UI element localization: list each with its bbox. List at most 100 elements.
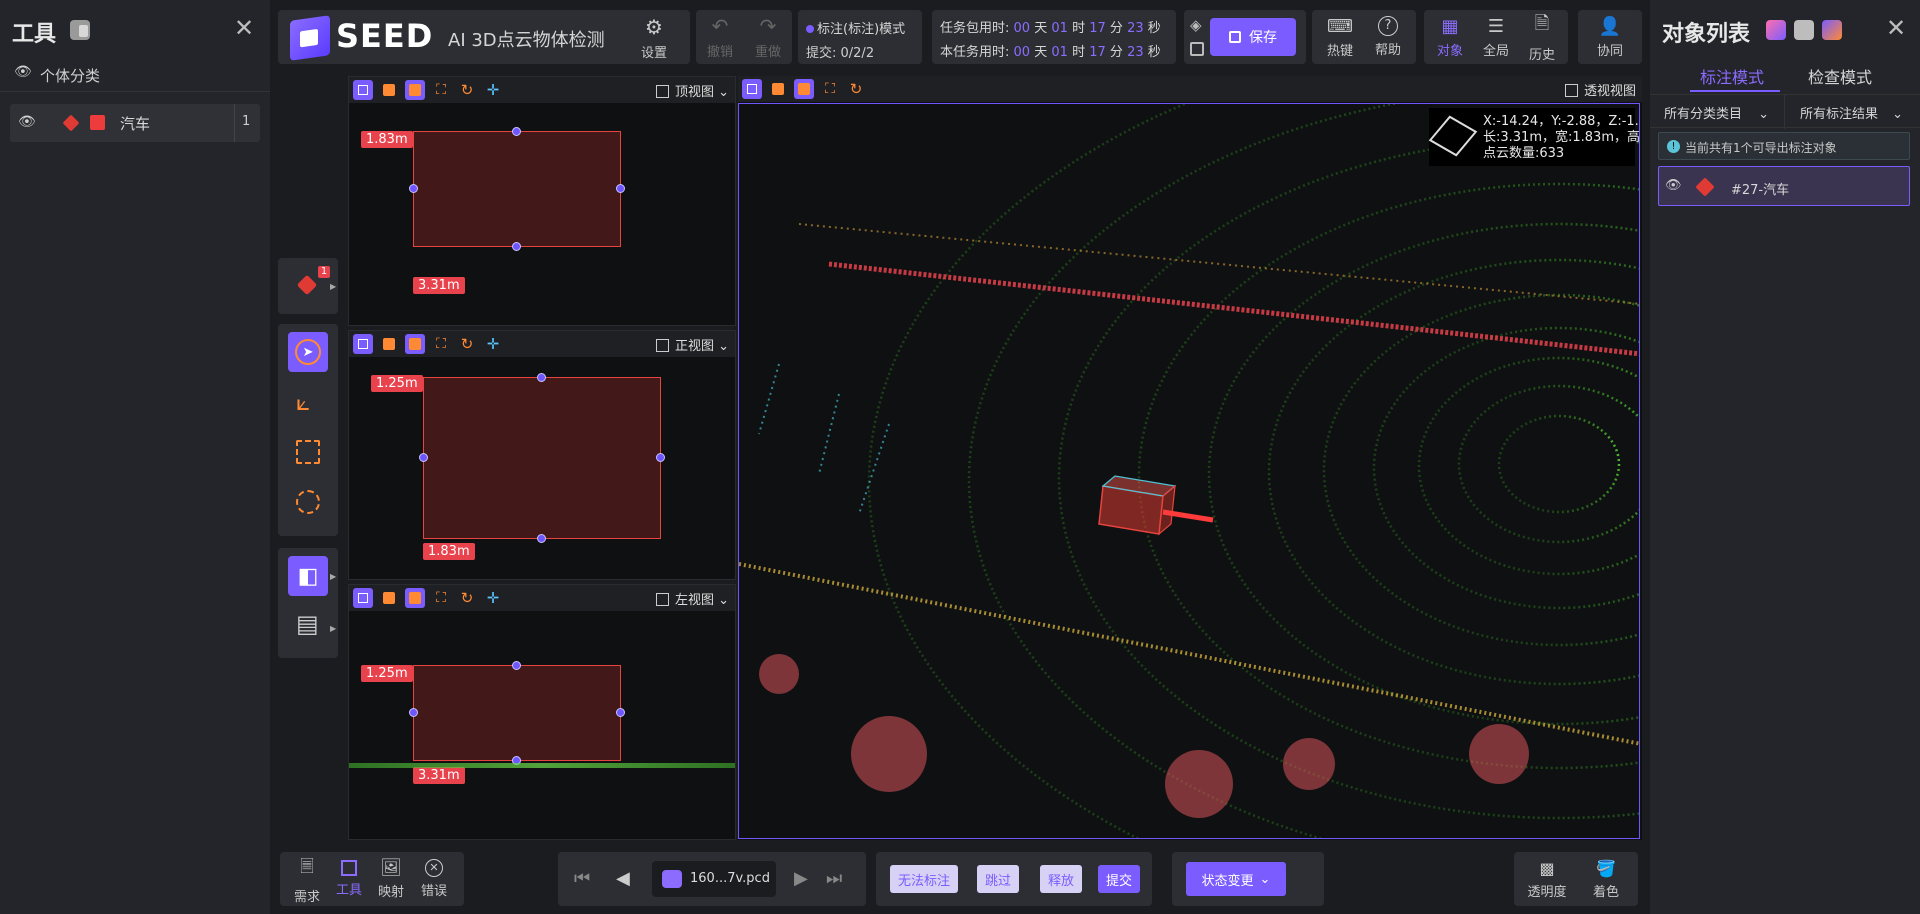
refresh-icon[interactable]: ↻ xyxy=(457,334,477,354)
handle[interactable] xyxy=(419,453,428,462)
mode-indicator[interactable]: 标注(标注)模式 xyxy=(806,18,905,37)
map-button[interactable]: 🖼 映射 xyxy=(370,856,412,902)
left-view-panel[interactable]: ⛶ ↻ ✛ 左视图 ⌄ 1.25m 3.31m xyxy=(348,584,736,840)
handle[interactable] xyxy=(616,184,625,193)
history-button[interactable]: 🗎 历史 xyxy=(1520,13,1564,63)
submit-button[interactable]: 提交 xyxy=(1098,865,1141,893)
undo-button[interactable]: ↶ 撤销 xyxy=(696,14,744,60)
cube-color-icon[interactable] xyxy=(794,79,814,99)
panel-toggle-icon[interactable] xyxy=(70,20,90,40)
expand-arrow-icon[interactable]: ▶ xyxy=(330,282,336,291)
tag-icon[interactable]: ◈ xyxy=(1190,16,1202,34)
cube-wire-icon[interactable] xyxy=(353,334,373,354)
fit-icon[interactable]: ⛶ xyxy=(431,588,451,608)
handle[interactable] xyxy=(409,184,418,193)
fit-icon[interactable]: ⛶ xyxy=(431,334,451,354)
layout-button[interactable]: ◧ xyxy=(288,556,328,596)
handle[interactable] xyxy=(616,708,625,717)
palette-icon[interactable] xyxy=(1766,20,1786,40)
handle[interactable] xyxy=(512,127,521,136)
refresh-icon[interactable]: ↻ xyxy=(846,79,866,99)
view-select[interactable]: 左视图 ⌄ xyxy=(655,589,729,608)
cube-wire-icon[interactable] xyxy=(742,79,762,99)
expand-arrow-icon[interactable]: ▶ xyxy=(330,572,336,581)
tool-button[interactable]: 工具 xyxy=(328,856,370,902)
view-select[interactable]: 顶视图 ⌄ xyxy=(655,81,729,100)
cube-solid-icon[interactable] xyxy=(379,588,399,608)
eye-icon[interactable]: 👁 xyxy=(18,114,36,130)
cube-color-icon[interactable] xyxy=(405,334,425,354)
handle[interactable] xyxy=(537,373,546,382)
error-button[interactable]: ✕ 错误 xyxy=(412,856,456,902)
fit-box-icon[interactable] xyxy=(296,440,320,464)
file-selector[interactable]: 160...7v.pcd xyxy=(652,861,776,897)
cube-icon[interactable] xyxy=(296,274,318,296)
layout-alt-icon[interactable]: ▤ xyxy=(296,610,319,638)
category-filter-select[interactable]: 所有分类类目 ⌄ xyxy=(1664,103,1769,122)
perspective-view-panel[interactable]: ⛶ ↻ 透视视图 X:-14.24，Y:-2.88，Z:-1.17 长:3.31… xyxy=(738,76,1642,840)
object-button[interactable]: ▦ 对象 xyxy=(1428,14,1472,60)
top-view-panel[interactable]: ⛶ ↻ ✛ 顶视图 ⌄ 1.83m 3.31m xyxy=(348,76,736,326)
next-icon[interactable]: ▶ xyxy=(794,868,808,889)
close-icon[interactable]: ✕ xyxy=(1886,14,1906,42)
object-list-item[interactable]: 👁 #27-汽车 xyxy=(1658,166,1910,206)
list-item[interactable]: 👁 汽车 1 xyxy=(10,104,260,142)
select-tool-button[interactable]: ➤ xyxy=(288,332,328,372)
settings-button[interactable]: ⚙ 设置 xyxy=(624,15,684,61)
color-button[interactable]: 🪣 着色 xyxy=(1578,856,1634,902)
skip-button[interactable]: 跳过 xyxy=(977,865,1020,893)
eye-icon[interactable]: 👁 xyxy=(1665,178,1682,193)
handle[interactable] xyxy=(512,661,521,670)
cube-wire-icon[interactable] xyxy=(353,588,373,608)
axis-tool-icon[interactable]: ⟀ xyxy=(296,388,310,416)
result-filter-select[interactable]: 所有标注结果 ⌄ xyxy=(1800,103,1903,122)
fit-icon[interactable]: ⛶ xyxy=(431,80,451,100)
handle[interactable] xyxy=(409,708,418,717)
box-view-icon[interactable] xyxy=(1794,20,1814,40)
rotate-box-icon[interactable] xyxy=(296,490,320,514)
close-icon[interactable]: ✕ xyxy=(234,14,254,42)
handle[interactable] xyxy=(537,534,546,543)
tag-color-icon[interactable] xyxy=(1822,20,1842,40)
cube-solid-icon[interactable] xyxy=(768,79,788,99)
expand-arrow-icon[interactable]: ▶ xyxy=(330,624,336,633)
first-icon[interactable]: ⏮ xyxy=(574,868,590,889)
release-button[interactable]: 释放 xyxy=(1040,865,1083,893)
prev-icon[interactable]: ◀ xyxy=(616,868,630,889)
top-view-box[interactable] xyxy=(413,131,621,247)
cube-color-icon[interactable] xyxy=(405,588,425,608)
opacity-button[interactable]: ▩ 透明度 xyxy=(1518,856,1576,902)
point-cloud-canvas[interactable]: X:-14.24，Y:-2.88，Z:-1.17 长:3.31m，宽:1.83m… xyxy=(738,103,1640,839)
hotkey-button[interactable]: ⌨ 热键 xyxy=(1316,14,1364,60)
view-select[interactable]: 透视视图 xyxy=(1564,80,1636,99)
left-view-box[interactable] xyxy=(413,665,621,761)
cube-solid-icon[interactable] xyxy=(379,80,399,100)
eye-icon[interactable]: 👁 xyxy=(14,64,32,80)
handle[interactable] xyxy=(512,242,521,251)
save-button[interactable]: 保存 xyxy=(1210,18,1296,56)
move-icon[interactable]: ✛ xyxy=(483,80,503,100)
cube-solid-icon[interactable] xyxy=(379,334,399,354)
require-button[interactable]: 🗏 需求 xyxy=(286,856,328,905)
cannot-annotate-button[interactable]: 无法标注 xyxy=(890,865,959,893)
refresh-icon[interactable]: ↻ xyxy=(457,588,477,608)
global-button[interactable]: ☰ 全局 xyxy=(1474,14,1518,60)
fit-icon[interactable]: ⛶ xyxy=(820,79,840,99)
move-icon[interactable]: ✛ xyxy=(483,588,503,608)
tab-annotate[interactable]: 标注模式 xyxy=(1700,64,1764,88)
help-button[interactable]: ? 帮助 xyxy=(1364,14,1412,60)
collab-button[interactable]: 👤 协同 xyxy=(1582,14,1638,60)
tab-check[interactable]: 检查模式 xyxy=(1808,64,1872,88)
cube-color-icon[interactable] xyxy=(405,80,425,100)
cube-wire-icon[interactable] xyxy=(353,80,373,100)
redo-button[interactable]: ↷ 重做 xyxy=(744,14,792,60)
front-view-box[interactable] xyxy=(423,377,661,539)
disk-icon[interactable] xyxy=(1190,42,1204,56)
view-select[interactable]: 正视图 ⌄ xyxy=(655,335,729,354)
front-view-panel[interactable]: ⛶ ↻ ✛ 正视图 ⌄ 1.25m 1.83m xyxy=(348,330,736,580)
status-change-button[interactable]: 状态变更 ⌄ xyxy=(1186,862,1286,896)
handle[interactable] xyxy=(656,453,665,462)
move-icon[interactable]: ✛ xyxy=(483,334,503,354)
refresh-icon[interactable]: ↻ xyxy=(457,80,477,100)
last-icon[interactable]: ⏭ xyxy=(826,868,842,889)
